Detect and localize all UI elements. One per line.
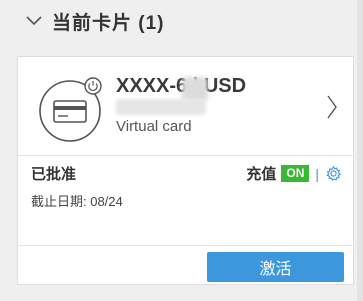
card-summary[interactable]: XXXX-6 | USD Virtual card [18, 57, 353, 155]
divider [18, 245, 353, 246]
expiry-date: 截止日期: 08/24 [31, 194, 123, 209]
card-type: Virtual card [116, 118, 192, 135]
status-badge: 已批准 [31, 166, 77, 183]
chevron-right-icon[interactable] [325, 93, 339, 121]
activate-button[interactable]: 激活 [207, 252, 344, 282]
card-item: XXXX-6 | USD Virtual card 已批准 充值 ON | 截止… [17, 56, 354, 285]
scrollbar[interactable] [357, 0, 363, 301]
divider [18, 155, 353, 156]
section-title: 当前卡片 (1) [52, 12, 165, 34]
section-header[interactable]: 当前卡片 (1) [24, 6, 165, 36]
recharge-toggle[interactable]: ON [281, 165, 310, 182]
cards-panel: 当前卡片 (1) XXXX-6 | USD Virtual card 已批准 [0, 0, 363, 301]
recharge-controls: 充值 ON | [246, 163, 342, 184]
chevron-down-icon[interactable] [24, 11, 44, 31]
credit-card-power-icon [39, 77, 102, 142]
masked-digits [182, 77, 208, 101]
gear-icon[interactable] [325, 165, 342, 182]
masked-card-name [116, 99, 206, 115]
recharge-label: 充值 [246, 166, 277, 183]
separator: | [315, 165, 319, 182]
